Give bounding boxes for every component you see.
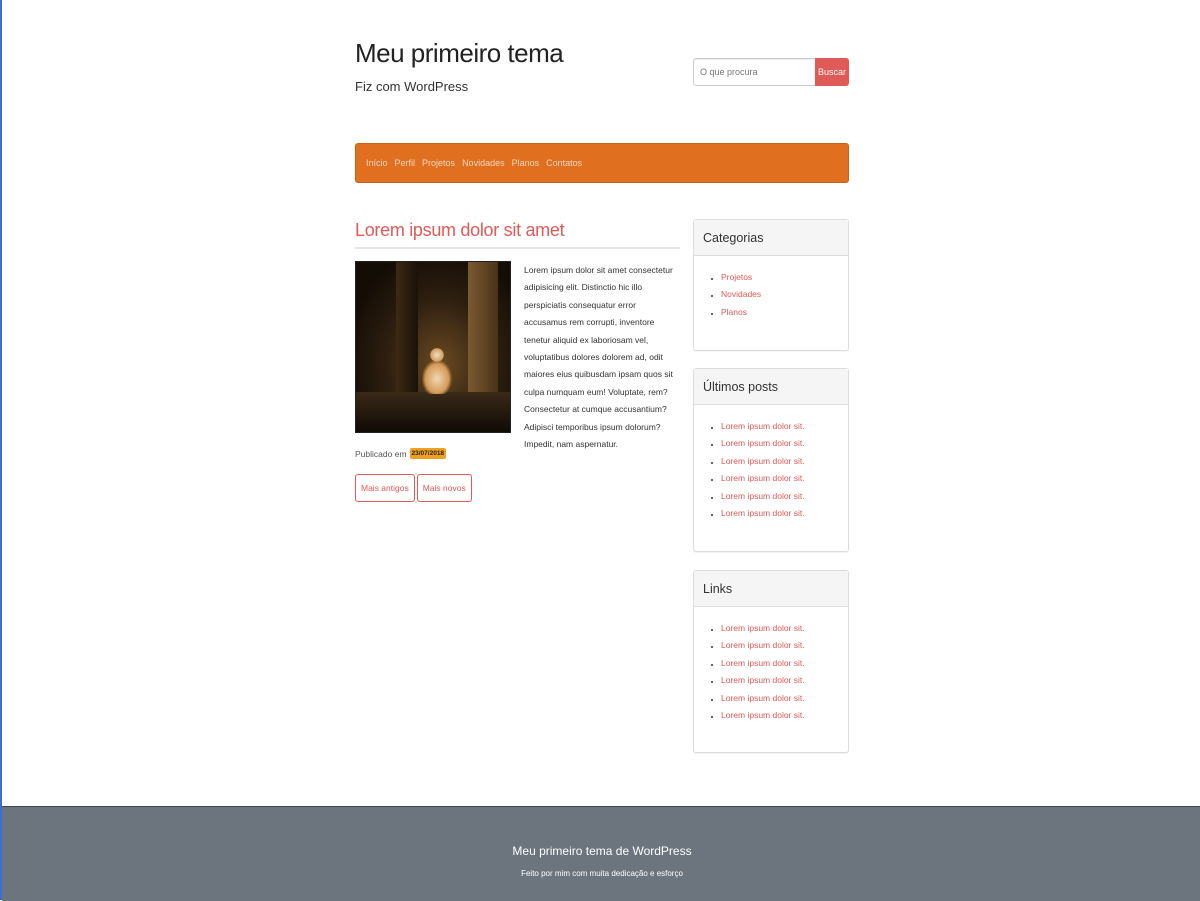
list-item: Lorem ipsum dolor sit. <box>721 505 848 522</box>
sidebar-link[interactable]: Lorem ipsum dolor sit. <box>721 640 805 650</box>
newer-posts-button[interactable]: Mais novos <box>416 474 472 502</box>
recent-posts-widget: Últimos posts Lorem ipsum dolor sit. Lor… <box>693 368 849 552</box>
site-title[interactable]: Meu primeiro tema <box>355 38 564 69</box>
image-cat-head <box>430 348 444 362</box>
nav-item-contatos[interactable]: Contatos <box>546 158 582 168</box>
image-doorframe-shape <box>468 262 498 402</box>
nav-item-planos[interactable]: Planos <box>512 158 540 168</box>
category-link-novidades[interactable]: Novidades <box>721 289 761 299</box>
nav-item-perfil[interactable]: Perfil <box>395 158 416 168</box>
list-item: Lorem ipsum dolor sit. <box>721 655 848 672</box>
category-link-projetos[interactable]: Projetos <box>721 272 752 282</box>
sidebar-link[interactable]: Lorem ipsum dolor sit. <box>721 675 805 685</box>
category-link-planos[interactable]: Planos <box>721 307 747 317</box>
list-item: Lorem ipsum dolor sit. <box>721 690 848 707</box>
list-item: Lorem ipsum dolor sit. <box>721 470 848 487</box>
list-item: Lorem ipsum dolor sit. <box>721 488 848 505</box>
post-date-badge: 23/07/2018 <box>409 448 447 459</box>
list-item: Projetos <box>721 269 848 286</box>
recent-post-link[interactable]: Lorem ipsum dolor sit. <box>721 421 805 431</box>
site-description: Fiz com WordPress <box>355 79 469 94</box>
links-widget: Links Lorem ipsum dolor sit. Lorem ipsum… <box>693 570 849 753</box>
sidebar-link[interactable]: Lorem ipsum dolor sit. <box>721 693 805 703</box>
list-item: Lorem ipsum dolor sit. <box>721 672 848 689</box>
sidebar-link[interactable]: Lorem ipsum dolor sit. <box>721 623 805 633</box>
list-item: Lorem ipsum dolor sit. <box>721 620 848 637</box>
list-item: Lorem ipsum dolor sit. <box>721 637 848 654</box>
recent-post-link[interactable]: Lorem ipsum dolor sit. <box>721 438 805 448</box>
footer-title: Meu primeiro tema de WordPress <box>512 844 692 858</box>
categories-list: Projetos Novidades Planos <box>694 256 848 321</box>
list-item: Lorem ipsum dolor sit. <box>721 453 848 470</box>
list-item: Novidades <box>721 286 848 303</box>
post-title-divider <box>355 247 680 249</box>
post-thumbnail-image[interactable] <box>355 261 511 433</box>
links-list: Lorem ipsum dolor sit. Lorem ipsum dolor… <box>694 607 848 724</box>
recent-post-link[interactable]: Lorem ipsum dolor sit. <box>721 508 805 518</box>
post-title-link[interactable]: Lorem ipsum dolor sit amet <box>355 220 565 241</box>
nav-item-projetos[interactable]: Projetos <box>422 158 455 168</box>
pagination: Mais antigos Mais novos <box>355 474 474 502</box>
search-form: Buscar <box>693 58 849 86</box>
site-footer: Meu primeiro tema de WordPress Feito por… <box>2 806 1200 901</box>
list-item: Lorem ipsum dolor sit. <box>721 707 848 724</box>
recent-post-link[interactable]: Lorem ipsum dolor sit. <box>721 456 805 466</box>
published-label: Publicado em <box>355 448 407 459</box>
list-item: Lorem ipsum dolor sit. <box>721 418 848 435</box>
list-item: Planos <box>721 304 848 321</box>
post-excerpt: Lorem ipsum dolor sit amet consectetur a… <box>524 265 673 450</box>
links-widget-title: Links <box>694 571 848 607</box>
search-button[interactable]: Buscar <box>815 58 849 86</box>
recent-posts-widget-title: Últimos posts <box>694 369 848 405</box>
recent-post-link[interactable]: Lorem ipsum dolor sit. <box>721 491 805 501</box>
search-input[interactable] <box>693 58 815 86</box>
sidebar-link[interactable]: Lorem ipsum dolor sit. <box>721 710 805 720</box>
recent-post-link[interactable]: Lorem ipsum dolor sit. <box>721 473 805 483</box>
nav-item-inicio[interactable]: Início <box>366 158 388 168</box>
image-floor-shape <box>356 392 510 432</box>
nav-item-novidades[interactable]: Novidades <box>462 158 505 168</box>
categories-widget: Categorias Projetos Novidades Planos <box>693 219 849 351</box>
image-door-shape <box>396 262 418 392</box>
sidebar-link[interactable]: Lorem ipsum dolor sit. <box>721 658 805 668</box>
main-navbar: Início Perfil Projetos Novidades Planos … <box>355 143 849 183</box>
categories-widget-title: Categorias <box>694 220 848 256</box>
older-posts-button[interactable]: Mais antigos <box>355 474 415 502</box>
list-item: Lorem ipsum dolor sit. <box>721 435 848 452</box>
post-meta: Publicado em 23/07/2018 <box>355 448 447 459</box>
image-cat-body <box>422 360 452 394</box>
footer-subtitle: Feito por mim com muita dedicação e esfo… <box>521 869 683 878</box>
recent-posts-list: Lorem ipsum dolor sit. Lorem ipsum dolor… <box>694 405 848 522</box>
